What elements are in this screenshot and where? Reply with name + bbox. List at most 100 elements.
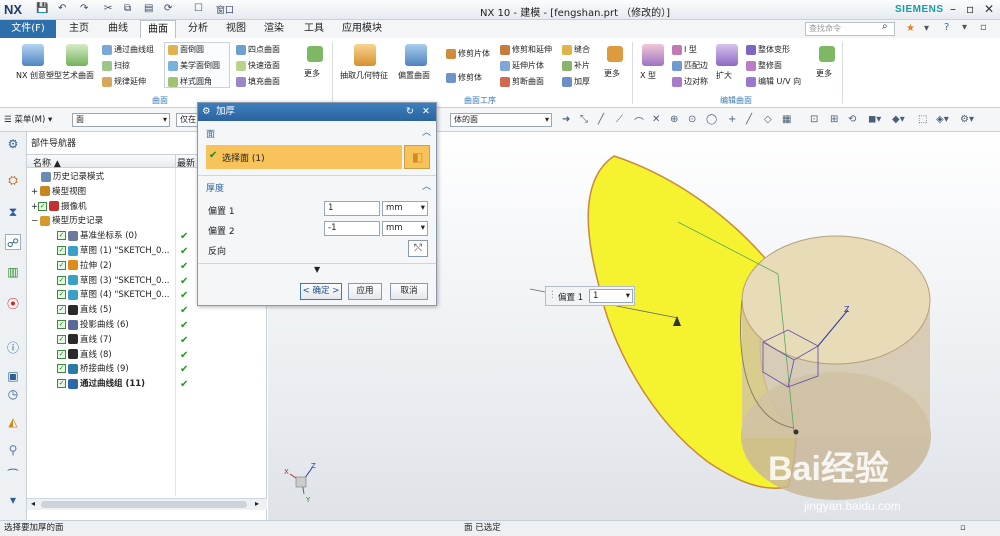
visibility-checkbox[interactable]: ✓ [57,305,66,315]
offset1-input[interactable]: 1 [324,201,380,216]
visibility-checkbox[interactable]: ✓ [57,231,66,241]
assembly-navigator-icon[interactable]: ⛭ [5,172,21,188]
tree-row[interactable]: ✓ 投影曲线 (6) ✔ [27,318,267,333]
trim-extend-button[interactable]: 修剪和延伸 [500,44,552,55]
scrollbar-thumb[interactable] [41,501,247,508]
redo-icon[interactable]: ↷ [80,3,88,14]
dialog-gear-icon[interactable]: ⚙ [202,103,211,121]
reuse-library-icon[interactable]: ▥ [5,264,21,280]
close-window-button[interactable]: ✕ [984,2,994,16]
tab-curve[interactable]: 曲线 [100,20,136,38]
undo-icon[interactable]: ↶ [58,3,66,14]
quadrant-icon[interactable]: ⊙ [688,114,696,125]
file-menu[interactable]: 文件(F) [0,20,56,38]
aesthetic-face-blend-button[interactable]: 美学面倒圆 [168,60,220,71]
enlarge-button[interactable]: 扩大 [716,44,738,81]
center-icon[interactable]: ⊕ [670,114,678,125]
copy-icon[interactable]: ⧉ [124,3,131,14]
help-icon[interactable]: ? [944,22,949,33]
scroll-left-icon[interactable]: ◂ [31,499,35,508]
trim-sheet-button[interactable]: 修剪片体 [446,48,490,59]
horizontal-scrollbar[interactable]: ◂ ▸ [27,498,267,510]
tab-view[interactable]: 视图 [218,20,254,38]
zoom-icon[interactable]: ⊞ [830,114,838,125]
tree-row[interactable]: ✓ 通过曲线组 (11) ✔ [27,377,267,392]
window-menu[interactable]: 窗口 [216,3,234,16]
point-on-curve-icon[interactable]: ╱ [746,114,752,125]
rapid-surfacing-button[interactable]: 快速造面 [236,60,280,71]
visibility-checkbox[interactable]: ✓ [57,246,66,255]
paste-icon[interactable]: ▤ [144,3,153,14]
part-navigator-icon[interactable]: ☍ [5,234,21,250]
circle-icon[interactable]: ◯ [706,114,717,125]
tab-tools[interactable]: 工具 [296,20,332,38]
studio-surface-button[interactable]: 艺术曲面 [62,44,94,81]
styled-blend-button[interactable]: 样式圆角 [168,76,212,87]
status-expand-icon[interactable]: ▫ [960,521,966,536]
offset2-unit-select[interactable]: mm ▾ [382,221,428,236]
face-selector-button[interactable]: ◧ [404,145,430,169]
tree-row[interactable]: ✓ 桥接曲线 (9) ✔ [27,362,267,377]
divide-face-button[interactable]: 剪断曲面 [500,76,544,87]
ok-button[interactable]: < 确定 > [300,283,342,300]
offset1-unit-select[interactable]: mm ▾ [382,201,428,216]
clock-icon[interactable]: ◷ [5,386,21,402]
offset1-onscreen-input[interactable]: ⋮ 偏置 1 1 ▾ [545,286,635,306]
scope-filter-select[interactable]: 仅在 [176,113,198,127]
visibility-checkbox[interactable]: ✓ [38,201,48,211]
thickness-section-header[interactable]: 厚度 [206,181,224,194]
law-extension-button[interactable]: 规律延伸 [102,76,146,87]
scroll-down-icon[interactable]: ▾ [5,492,21,508]
existing-point-icon[interactable]: + [728,114,736,125]
tab-applications[interactable]: 应用模块 [334,20,390,38]
render-style-icon[interactable]: ◼▾ [868,114,881,125]
visibility-checkbox[interactable]: ✓ [57,275,66,285]
more-button-2[interactable]: 更多 [604,46,623,79]
save-icon[interactable]: 💾 [36,3,48,14]
four-point-surface-button[interactable]: 四点曲面 [236,44,280,55]
minimize-button[interactable]: – [950,2,956,16]
type-filter-select[interactable]: 面 ▾ [72,113,170,127]
edge-symmetry-button[interactable]: 边对称 [672,76,708,87]
settings-icon[interactable]: ⚙▾ [960,114,974,125]
select-face-row[interactable]: ✔ 选择面 (1) [206,145,402,169]
visibility-checkbox[interactable]: ✓ [57,260,66,270]
more-button-1[interactable]: 更多 [304,46,323,79]
visibility-checkbox[interactable]: ✓ [57,364,66,374]
face-section-header[interactable]: 面 [206,127,215,140]
view-orient-icon[interactable]: ◆▾ [892,114,905,125]
more-button-3[interactable]: 更多 [816,46,835,79]
global-shaping-button[interactable]: 整体变形 [746,44,790,55]
column-latest[interactable]: 最新 [177,156,195,169]
scroll-right-icon[interactable]: ▸ [255,499,259,508]
search-icon[interactable]: ⌕ [882,21,888,32]
column-name[interactable]: 名称 ▲ [33,156,61,169]
reset-icon[interactable]: ↻ [406,103,414,121]
cancel-button[interactable]: 取消 [390,283,428,300]
offset2-input[interactable]: -1 [324,221,380,236]
refit-face-button[interactable]: 整修面 [746,60,782,71]
point-on-face-icon[interactable]: ◇ [764,114,772,125]
cylinder-top[interactable] [741,235,931,365]
x-form-button[interactable]: X 型 [640,44,664,81]
fill-surface-button[interactable]: 填充曲面 [236,76,280,87]
maximize-button[interactable]: ▫ [966,2,974,16]
web-browser-icon[interactable]: ⓘ [5,340,21,356]
drag-handle-icon[interactable]: ⋮ [548,290,557,300]
face-blend-button[interactable]: 面倒圆 [168,44,204,55]
dialog-title-bar[interactable]: ⚙ 加厚 ↻ ✕ [198,103,436,121]
touch-icon[interactable]: ☐ [194,3,203,14]
tab-surface[interactable]: 曲面 [140,20,176,38]
collapse-face-icon[interactable]: ︿ [422,125,431,138]
repeat-icon[interactable]: ⟳ [164,3,172,14]
ribbon-float-icon[interactable]: ▫ [980,22,987,33]
reverse-direction-button[interactable]: ⤲ [408,240,428,257]
arc-icon[interactable]: ⌒ [634,114,644,129]
tree-row[interactable]: ✓ 直线 (8) ✔ [27,348,267,363]
patch-button[interactable]: 补片 [562,60,590,71]
expand-toggle-icon[interactable]: + [31,187,38,197]
gear-icon[interactable]: ⚙ [5,136,21,152]
float-offset-value[interactable]: 1 ▾ [589,289,633,303]
work-layer-icon[interactable]: ⬚ [918,114,927,125]
through-curves-button[interactable]: 通过曲线组 [102,44,154,55]
